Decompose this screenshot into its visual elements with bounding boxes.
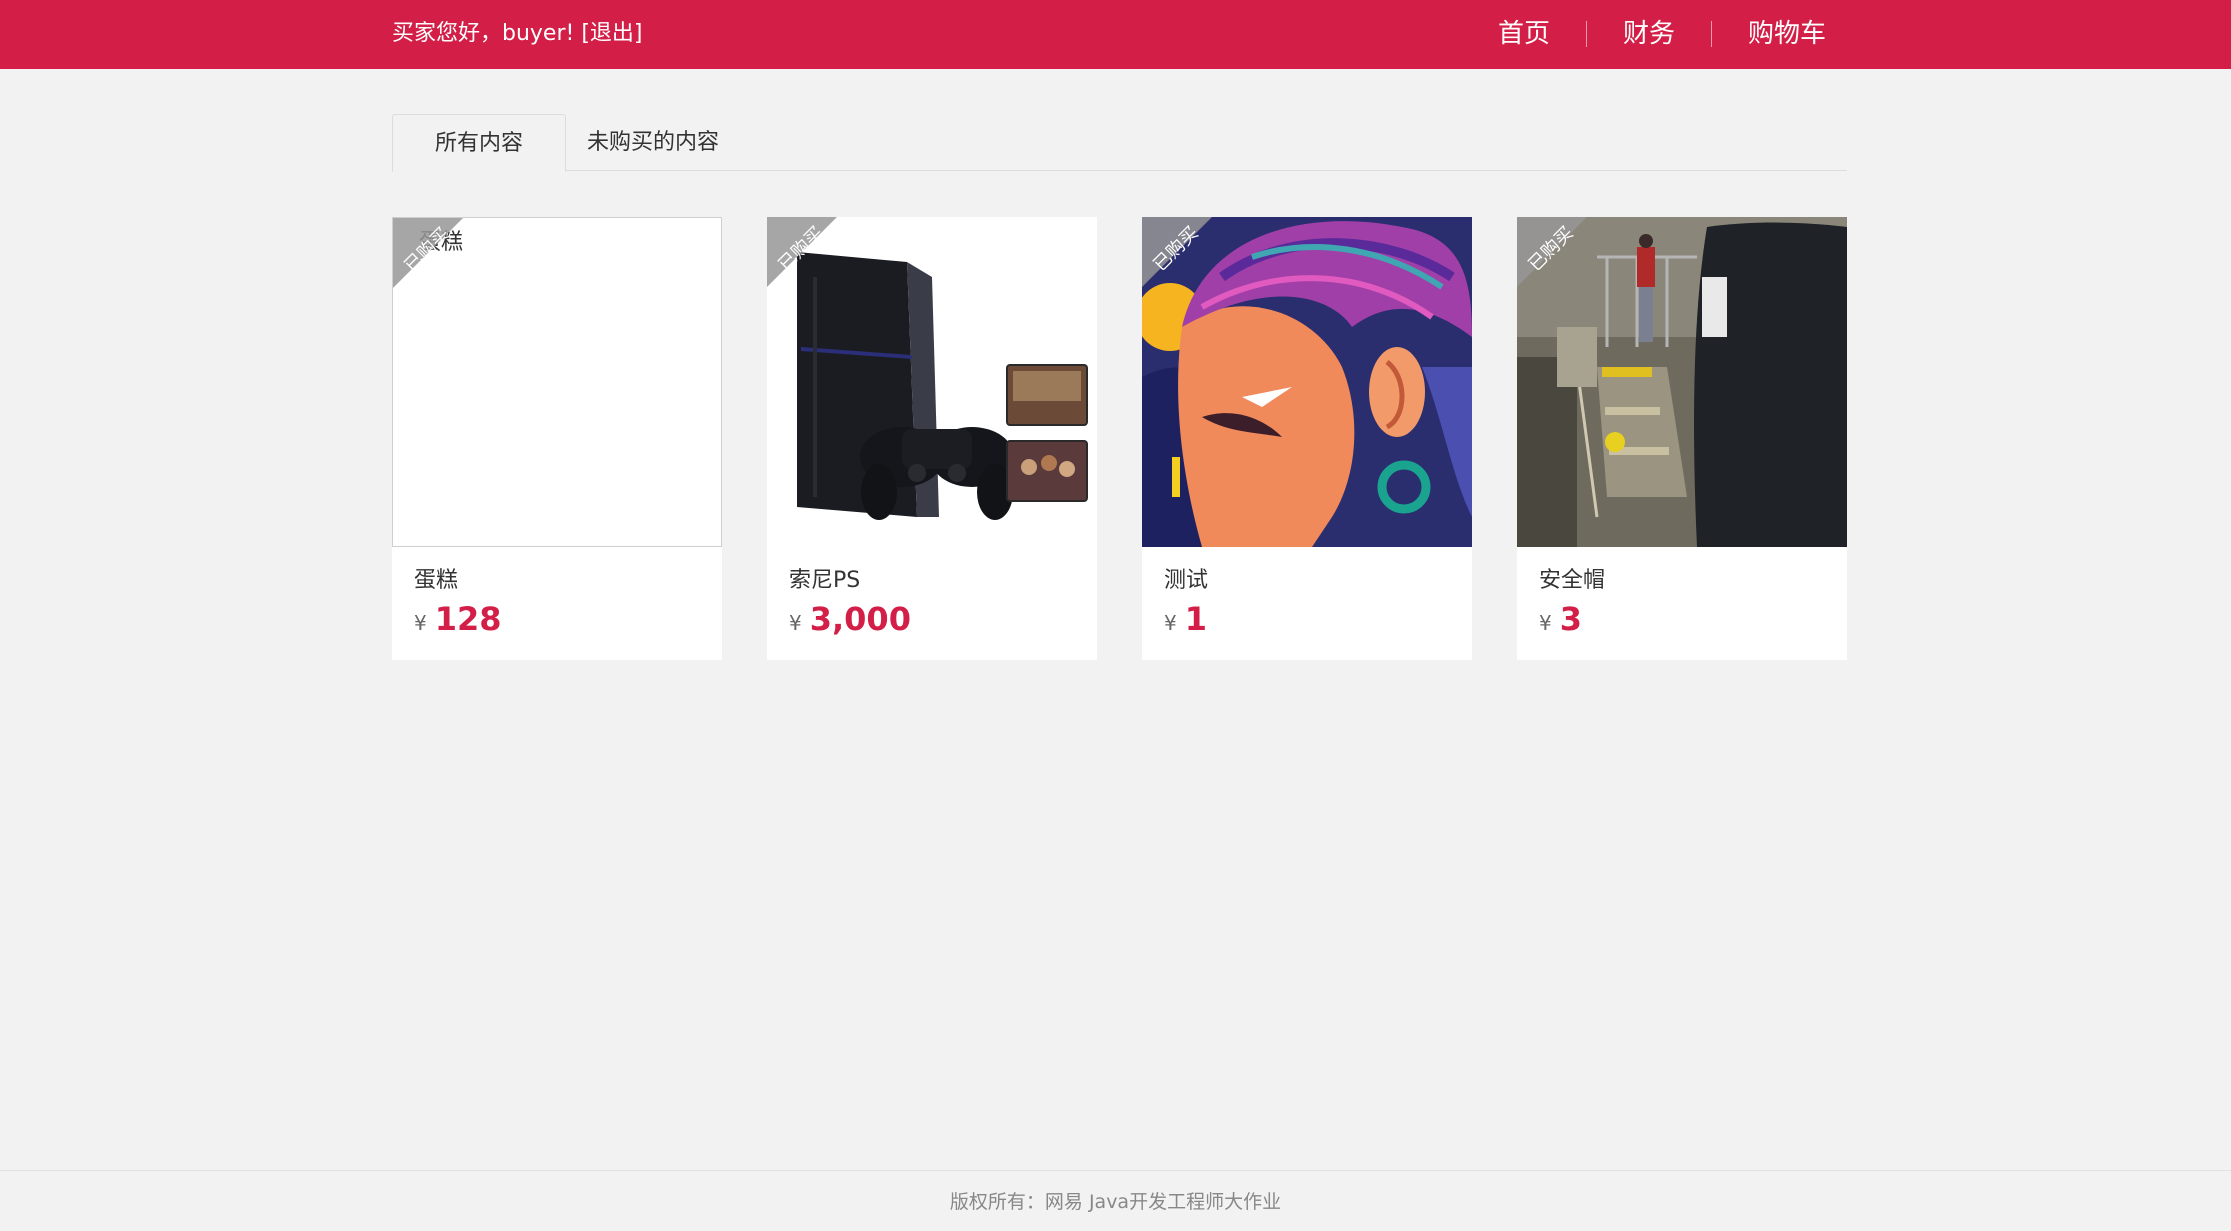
- top-bar: 买家您好，buyer! [退出] 首页 财务 购物车: [0, 0, 2231, 69]
- greeting-text: 买家您好，buyer!: [392, 21, 575, 46]
- footer: 版权所有：网易 Java开发工程师大作业: [0, 1170, 2231, 1231]
- product-card[interactable]: 已购买 测试 ¥ 1: [1142, 217, 1472, 660]
- product-price: ¥ 3: [1539, 600, 1582, 638]
- tab-all-content[interactable]: 所有内容: [392, 114, 566, 172]
- currency-symbol: ¥: [1164, 611, 1177, 635]
- copyright-text: 版权所有：网易 Java开发工程师大作业: [949, 1191, 1282, 1213]
- product-name: 索尼PS: [789, 568, 861, 593]
- product-name: 测试: [1164, 568, 1209, 593]
- product-price: ¥ 128: [414, 600, 502, 638]
- currency-symbol: ¥: [414, 611, 427, 635]
- product-image[interactable]: 已购买: [1142, 217, 1472, 547]
- price-value: 3: [1559, 600, 1582, 638]
- product-card[interactable]: 蛋糕 已购买 蛋糕 ¥ 128: [392, 217, 722, 660]
- tab-unpurchased[interactable]: 未购买的内容: [566, 114, 740, 171]
- product-price: ¥ 1: [1164, 600, 1207, 638]
- content-tabs: 所有内容 未购买的内容: [392, 114, 1847, 172]
- logout-link[interactable]: [退出]: [581, 21, 642, 46]
- nav-cart[interactable]: 购物车: [1712, 14, 1826, 54]
- purchased-badge: 已购买: [1517, 217, 1587, 287]
- product-name: 蛋糕: [414, 568, 459, 593]
- user-greeting: 买家您好，buyer! [退出]: [392, 18, 643, 50]
- purchased-badge: 已购买: [393, 218, 463, 288]
- currency-symbol: ¥: [1539, 611, 1552, 635]
- price-value: 1: [1184, 600, 1207, 638]
- currency-symbol: ¥: [789, 611, 802, 635]
- nav-finance[interactable]: 财务: [1587, 14, 1711, 54]
- price-value: 128: [434, 600, 502, 638]
- main-nav: 首页 财务 购物车: [1462, 14, 1826, 54]
- purchased-badge: 已购买: [767, 217, 837, 287]
- price-value: 3,000: [809, 600, 911, 638]
- product-image[interactable]: 已购买: [767, 217, 1097, 547]
- product-name: 安全帽: [1539, 568, 1606, 593]
- product-image[interactable]: 蛋糕 已购买: [392, 217, 722, 547]
- product-image[interactable]: 已购买: [1517, 217, 1847, 547]
- purchased-badge: 已购买: [1142, 217, 1212, 287]
- product-card[interactable]: 已购买 索尼PS ¥ 3,000: [767, 217, 1097, 660]
- product-price: ¥ 3,000: [789, 600, 911, 638]
- product-card[interactable]: 已购买 安全帽 ¥ 3: [1517, 217, 1847, 660]
- nav-home[interactable]: 首页: [1462, 14, 1586, 54]
